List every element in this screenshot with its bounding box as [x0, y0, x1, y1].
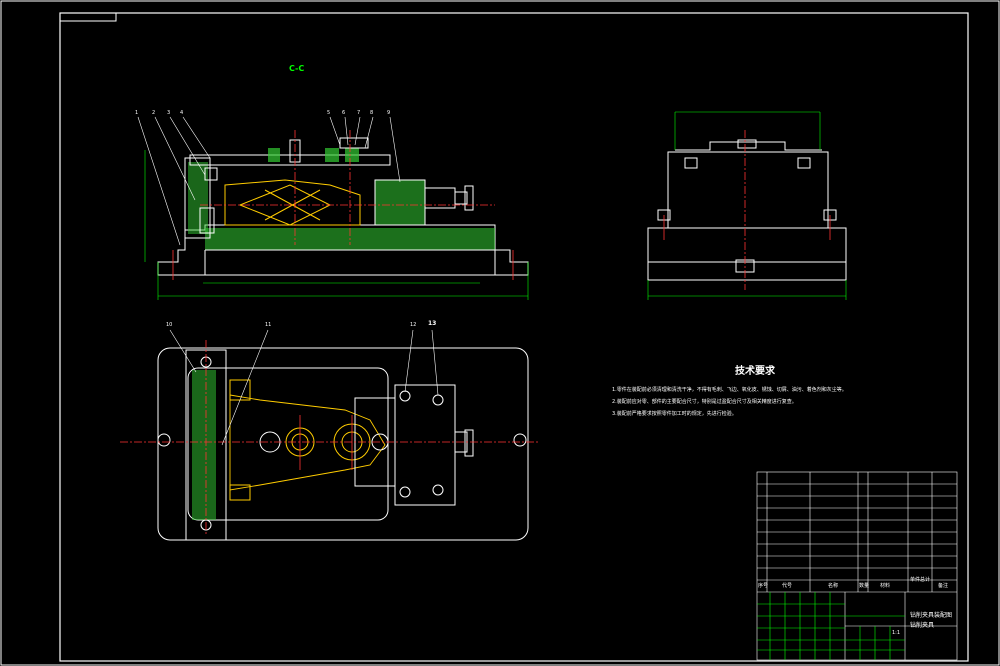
drawing-canvas — [0, 0, 1000, 666]
drawing-name: 钻削夹具装配图 — [910, 612, 953, 619]
section-label: C-C — [289, 64, 305, 73]
balloon-label: 5 — [327, 110, 331, 116]
balloon-label: 12 — [410, 322, 417, 328]
scale-value: 1:1 — [892, 630, 901, 636]
title-block — [756, 471, 958, 661]
balloon-label: 10 — [166, 322, 173, 328]
balloon-label: 11 — [265, 322, 272, 328]
tb-header-remark: 备注 — [938, 583, 949, 589]
side-view — [647, 111, 847, 300]
balloon-label: 2 — [152, 110, 156, 116]
balloon-label: 7 — [357, 110, 361, 116]
tb-header-code: 代号 — [782, 583, 793, 589]
tech-req-line: 3.装配前严格要求按照零件加工时的规定，先进行检验。 — [612, 411, 737, 417]
tech-req-line: 1.零件在装配前必须清理和清洗干净，不得有毛刺、飞边、氧化皮、锈蚀、切屑、油污、… — [612, 387, 847, 393]
balloon-label: 13 — [428, 320, 437, 327]
tb-header-total: 总计 — [920, 577, 931, 583]
balloon-label: 1 — [135, 110, 139, 116]
drawing-subname: 钻削夹具 — [910, 622, 935, 629]
tb-header-qty: 数量 — [859, 583, 870, 589]
balloon-label: 6 — [342, 110, 346, 116]
tech-req-title: 技术要求 — [735, 366, 775, 377]
plan-view — [120, 329, 540, 541]
drawing-frame — [59, 12, 969, 662]
balloon-label: 3 — [167, 110, 171, 116]
tb-header-material: 材料 — [880, 583, 891, 589]
tb-header-index: 序号 — [758, 583, 769, 589]
tb-header-unit: 单件 — [910, 577, 921, 583]
front-section-view — [137, 116, 529, 300]
balloon-label: 8 — [370, 110, 374, 116]
balloon-label: 9 — [387, 110, 391, 116]
tb-header-name: 名称 — [828, 583, 839, 589]
tech-req-line: 2.装配前应对零、部件的主要配合尺寸，特别是过盈配合尺寸及相关精度进行复查。 — [612, 399, 797, 405]
balloon-label: 4 — [180, 110, 184, 116]
